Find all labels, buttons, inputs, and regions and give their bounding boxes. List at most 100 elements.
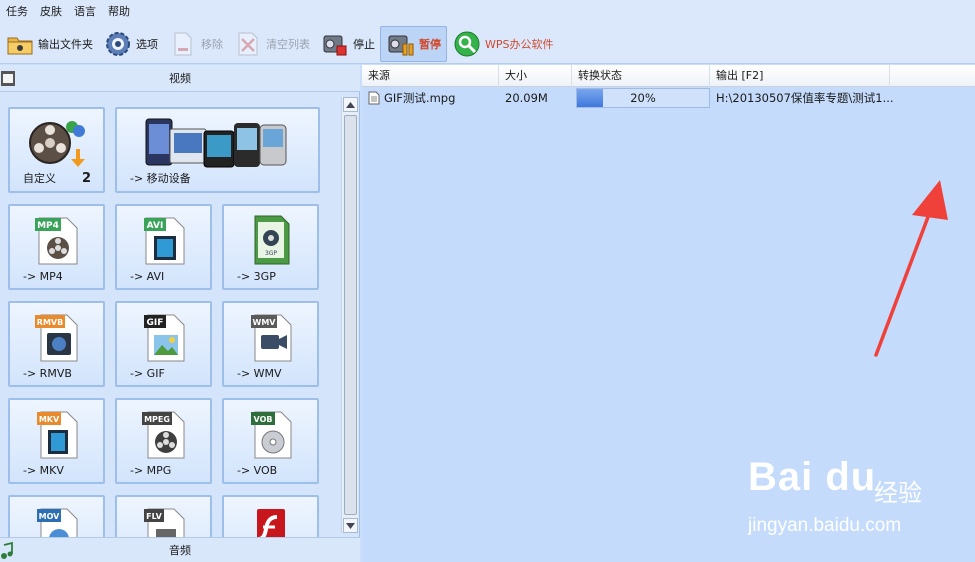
format-tile-grid: 自定义 2 -> 移动设备 MP4 -> MP4 AVI -> AVI 3GP bbox=[0, 93, 340, 537]
wmv-file-icon: WMV bbox=[224, 309, 317, 365]
mpg-file-icon: MPEG bbox=[117, 406, 210, 462]
mov-file-icon: MOV bbox=[10, 503, 103, 537]
vob-file-icon: VOB bbox=[224, 406, 317, 462]
clear-list-button[interactable]: 清空列表 bbox=[228, 26, 315, 62]
tile-tag: RMVB bbox=[36, 318, 62, 327]
toolbar: 输出文件夹 选项 移除 清空列表 停止 暂停 WPS办公软件 bbox=[0, 24, 975, 64]
tile-tag: GIF bbox=[146, 318, 163, 328]
menu-task[interactable]: 任务 bbox=[0, 0, 34, 24]
menu-skin[interactable]: 皮肤 bbox=[34, 0, 68, 24]
pause-button[interactable]: 暂停 bbox=[380, 25, 447, 62]
tile-label: 自定义 bbox=[23, 172, 56, 185]
menu-help[interactable]: 帮助 bbox=[102, 0, 136, 24]
remove-button[interactable]: 移除 bbox=[163, 26, 228, 62]
tile-label: -> WMV bbox=[237, 367, 282, 380]
pause-icon bbox=[386, 29, 416, 59]
watermark-logo: Bai du bbox=[748, 455, 877, 499]
swf-file-icon bbox=[224, 503, 317, 537]
flv-file-icon: FLV bbox=[117, 503, 210, 537]
column-size[interactable]: 大小 bbox=[499, 65, 572, 87]
tile-label: -> RMVB bbox=[23, 367, 72, 380]
column-source[interactable]: 来源 bbox=[362, 65, 499, 87]
tile-count-badge: 2 bbox=[81, 171, 91, 186]
format-panel: 视频 自定义 2 -> 移动设备 MP4 -> MP4 AVI -> AVI 3… bbox=[0, 65, 360, 562]
file-row[interactable]: GIF测试.mpg 20.09M 20% H:\20130507保值率专题\测试… bbox=[362, 88, 975, 108]
tile-custom[interactable]: 自定义 2 bbox=[8, 107, 105, 193]
tile-rmvb[interactable]: RMVB -> RMVB bbox=[8, 301, 105, 387]
tile-mp4[interactable]: MP4 -> MP4 bbox=[8, 204, 105, 290]
chevron-down-icon bbox=[346, 522, 355, 529]
baidu-watermark: Bai du 经验 jingyan.baidu.com bbox=[748, 455, 963, 545]
source-filename: GIF测试.mpg bbox=[384, 91, 456, 105]
format-scrollbar[interactable] bbox=[341, 97, 358, 533]
tile-label: -> VOB bbox=[237, 464, 278, 477]
column-spacer bbox=[890, 65, 975, 87]
column-output[interactable]: 输出 [F2] bbox=[710, 65, 890, 87]
list-header: 来源 大小 转换状态 输出 [F2] bbox=[362, 65, 975, 87]
tile-3gp[interactable]: 3GP -> 3GP bbox=[222, 204, 319, 290]
scroll-up-button[interactable] bbox=[343, 97, 358, 112]
tile-tag: MPEG bbox=[144, 415, 170, 424]
tile-label: -> GIF bbox=[130, 367, 165, 380]
file-icon bbox=[368, 91, 380, 105]
gear-icon bbox=[103, 29, 133, 59]
folder-icon bbox=[5, 29, 35, 59]
gif-file-icon: GIF bbox=[117, 309, 210, 365]
tile-label: -> 移动设备 bbox=[130, 172, 191, 185]
stop-label: 停止 bbox=[353, 37, 375, 51]
audio-section-title: 音频 bbox=[169, 544, 191, 557]
tile-tag: AVI bbox=[146, 221, 163, 231]
tile-label: -> MKV bbox=[23, 464, 64, 477]
tile-flv[interactable]: FLV bbox=[115, 495, 212, 537]
tile-label: -> 3GP bbox=[237, 270, 276, 283]
tile-tag: MP4 bbox=[37, 221, 59, 231]
stop-icon bbox=[320, 29, 350, 59]
stop-button[interactable]: 停止 bbox=[315, 26, 380, 62]
document-remove-icon bbox=[168, 29, 198, 59]
tile-tag: FLV bbox=[146, 512, 162, 521]
menu-bar: 任务 皮肤 语言 帮助 bbox=[0, 0, 975, 24]
wps-label: WPS办公软件 bbox=[485, 37, 554, 51]
wps-button[interactable]: WPS办公软件 bbox=[447, 26, 559, 62]
tile-label: -> MPG bbox=[130, 464, 172, 477]
chevron-up-icon bbox=[346, 101, 355, 108]
conversion-list-panel: 来源 大小 转换状态 输出 [F2] GIF测试.mpg 20.09M 20% … bbox=[362, 65, 975, 562]
tile-swf[interactable] bbox=[222, 495, 319, 537]
tile-gif[interactable]: GIF -> GIF bbox=[115, 301, 212, 387]
tile-avi[interactable]: AVI -> AVI bbox=[115, 204, 212, 290]
remove-label: 移除 bbox=[201, 37, 223, 51]
output-folder-button[interactable]: 输出文件夹 bbox=[0, 26, 98, 62]
annotation-arrow-icon bbox=[874, 180, 948, 357]
column-status[interactable]: 转换状态 bbox=[572, 65, 710, 87]
pause-label: 暂停 bbox=[419, 37, 441, 51]
film-reel-icon bbox=[10, 115, 103, 171]
tile-mobile-devices[interactable]: -> 移动设备 bbox=[115, 107, 320, 193]
size-cell: 20.09M bbox=[505, 91, 548, 105]
mp4-file-icon: MP4 bbox=[10, 212, 103, 268]
scroll-thumb[interactable] bbox=[344, 115, 357, 515]
mobile-devices-icon bbox=[117, 115, 318, 173]
tile-mov[interactable]: MOV bbox=[8, 495, 105, 537]
options-button[interactable]: 选项 bbox=[98, 26, 163, 62]
status-cell: 20% bbox=[572, 88, 710, 108]
tile-wmv[interactable]: WMV -> WMV bbox=[222, 301, 319, 387]
watermark-url: jingyan.baidu.com bbox=[748, 515, 902, 536]
tile-tag: 3GP bbox=[264, 250, 276, 257]
mkv-file-icon: MKV bbox=[10, 406, 103, 462]
tile-mkv[interactable]: MKV -> MKV bbox=[8, 398, 105, 484]
tile-vob[interactable]: VOB -> VOB bbox=[222, 398, 319, 484]
menu-language[interactable]: 语言 bbox=[68, 0, 102, 24]
video-section-title: 视频 bbox=[169, 72, 191, 85]
video-section-header[interactable]: 视频 bbox=[0, 65, 360, 92]
wps-icon bbox=[452, 29, 482, 59]
tile-mpg[interactable]: MPEG -> MPG bbox=[115, 398, 212, 484]
tile-tag: VOB bbox=[253, 415, 272, 424]
options-label: 选项 bbox=[136, 37, 158, 51]
audio-section-header[interactable]: 音频 bbox=[0, 537, 360, 562]
progress-text: 20% bbox=[630, 91, 656, 105]
output-folder-label: 输出文件夹 bbox=[38, 37, 93, 51]
music-note-icon bbox=[0, 541, 14, 560]
tile-tag: MOV bbox=[38, 512, 60, 521]
scroll-down-button[interactable] bbox=[343, 518, 358, 533]
source-cell: GIF测试.mpg bbox=[362, 88, 499, 108]
